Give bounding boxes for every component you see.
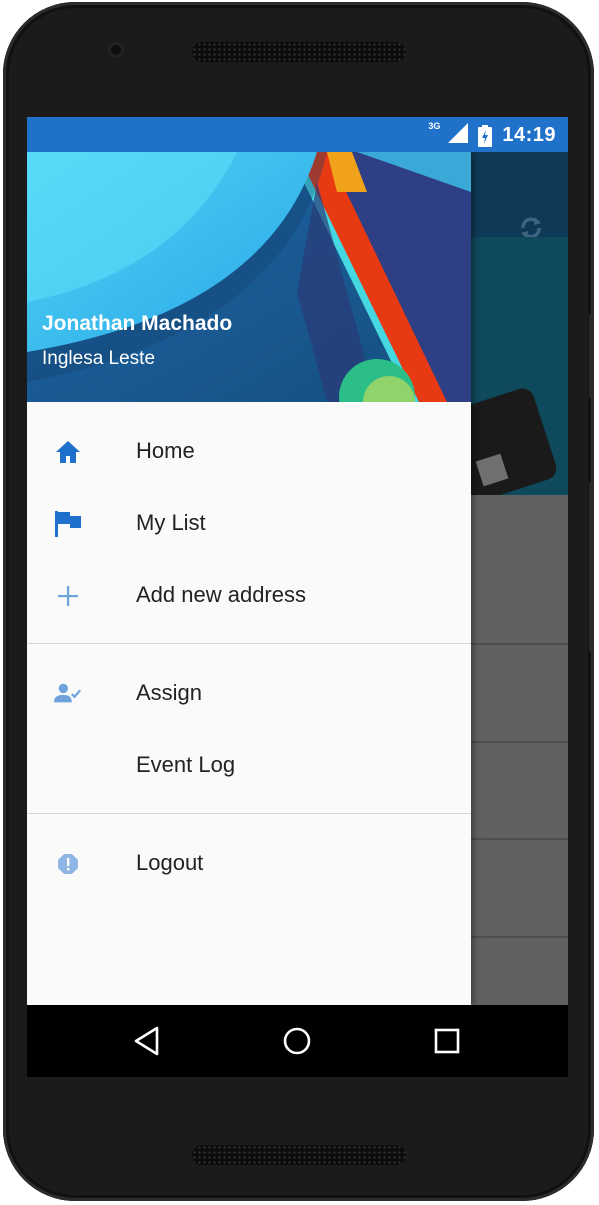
section-divider <box>27 813 471 814</box>
recents-icon <box>434 1028 460 1054</box>
battery-icon <box>478 124 493 147</box>
status-time: 14:19 <box>502 124 556 146</box>
nav-label-my-list: My List <box>136 510 206 535</box>
nav-label-event-log: Event Log <box>136 752 236 777</box>
power-button <box>589 314 594 398</box>
user-name: Jonathan Machado <box>42 312 233 335</box>
nav-item-home[interactable]: Home <box>27 415 471 487</box>
plus-icon <box>54 582 82 610</box>
nav-item-my-list[interactable]: My List <box>27 487 471 559</box>
status-bar: 3G 14:19 <box>27 117 568 152</box>
nav-label-logout: Logout <box>136 850 204 875</box>
drawer-header: Jonathan Machado Inglesa Leste <box>27 152 471 402</box>
front-camera <box>108 42 124 58</box>
back-icon <box>134 1026 159 1056</box>
back-button[interactable] <box>129 1023 165 1059</box>
recents-button[interactable] <box>429 1023 465 1059</box>
flag-icon <box>54 510 82 538</box>
home-nav-button[interactable] <box>279 1023 315 1059</box>
top-speaker <box>191 42 406 62</box>
home-icon <box>54 438 82 466</box>
system-navigation-bar <box>27 1005 568 1077</box>
volume-button <box>589 482 594 652</box>
navigation-drawer: Jonathan Machado Inglesa Leste Home My L… <box>27 152 471 1005</box>
bottom-speaker <box>191 1145 406 1165</box>
screen: 3G 14:19 Jonathan Machado Inglesa Leste … <box>27 117 568 1077</box>
alert-octagon-icon <box>54 850 82 878</box>
section-divider <box>27 643 471 644</box>
nav-item-logout[interactable]: Logout <box>27 827 471 899</box>
signal-icon <box>448 123 469 143</box>
nav-label-home: Home <box>136 438 195 463</box>
network-type: 3G <box>428 121 441 131</box>
home-circle-icon <box>283 1027 311 1055</box>
nav-label-add-address: Add new address <box>136 582 306 607</box>
nav-item-event-log[interactable]: Event Log <box>27 729 471 801</box>
user-subtitle: Inglesa Leste <box>42 348 156 369</box>
signal-indicator: 3G <box>428 121 469 148</box>
person-check-icon <box>54 680 82 708</box>
nav-item-add-address[interactable]: Add new address <box>27 559 471 631</box>
nav-item-assign[interactable]: Assign <box>27 657 471 729</box>
nav-label-assign: Assign <box>136 680 203 705</box>
